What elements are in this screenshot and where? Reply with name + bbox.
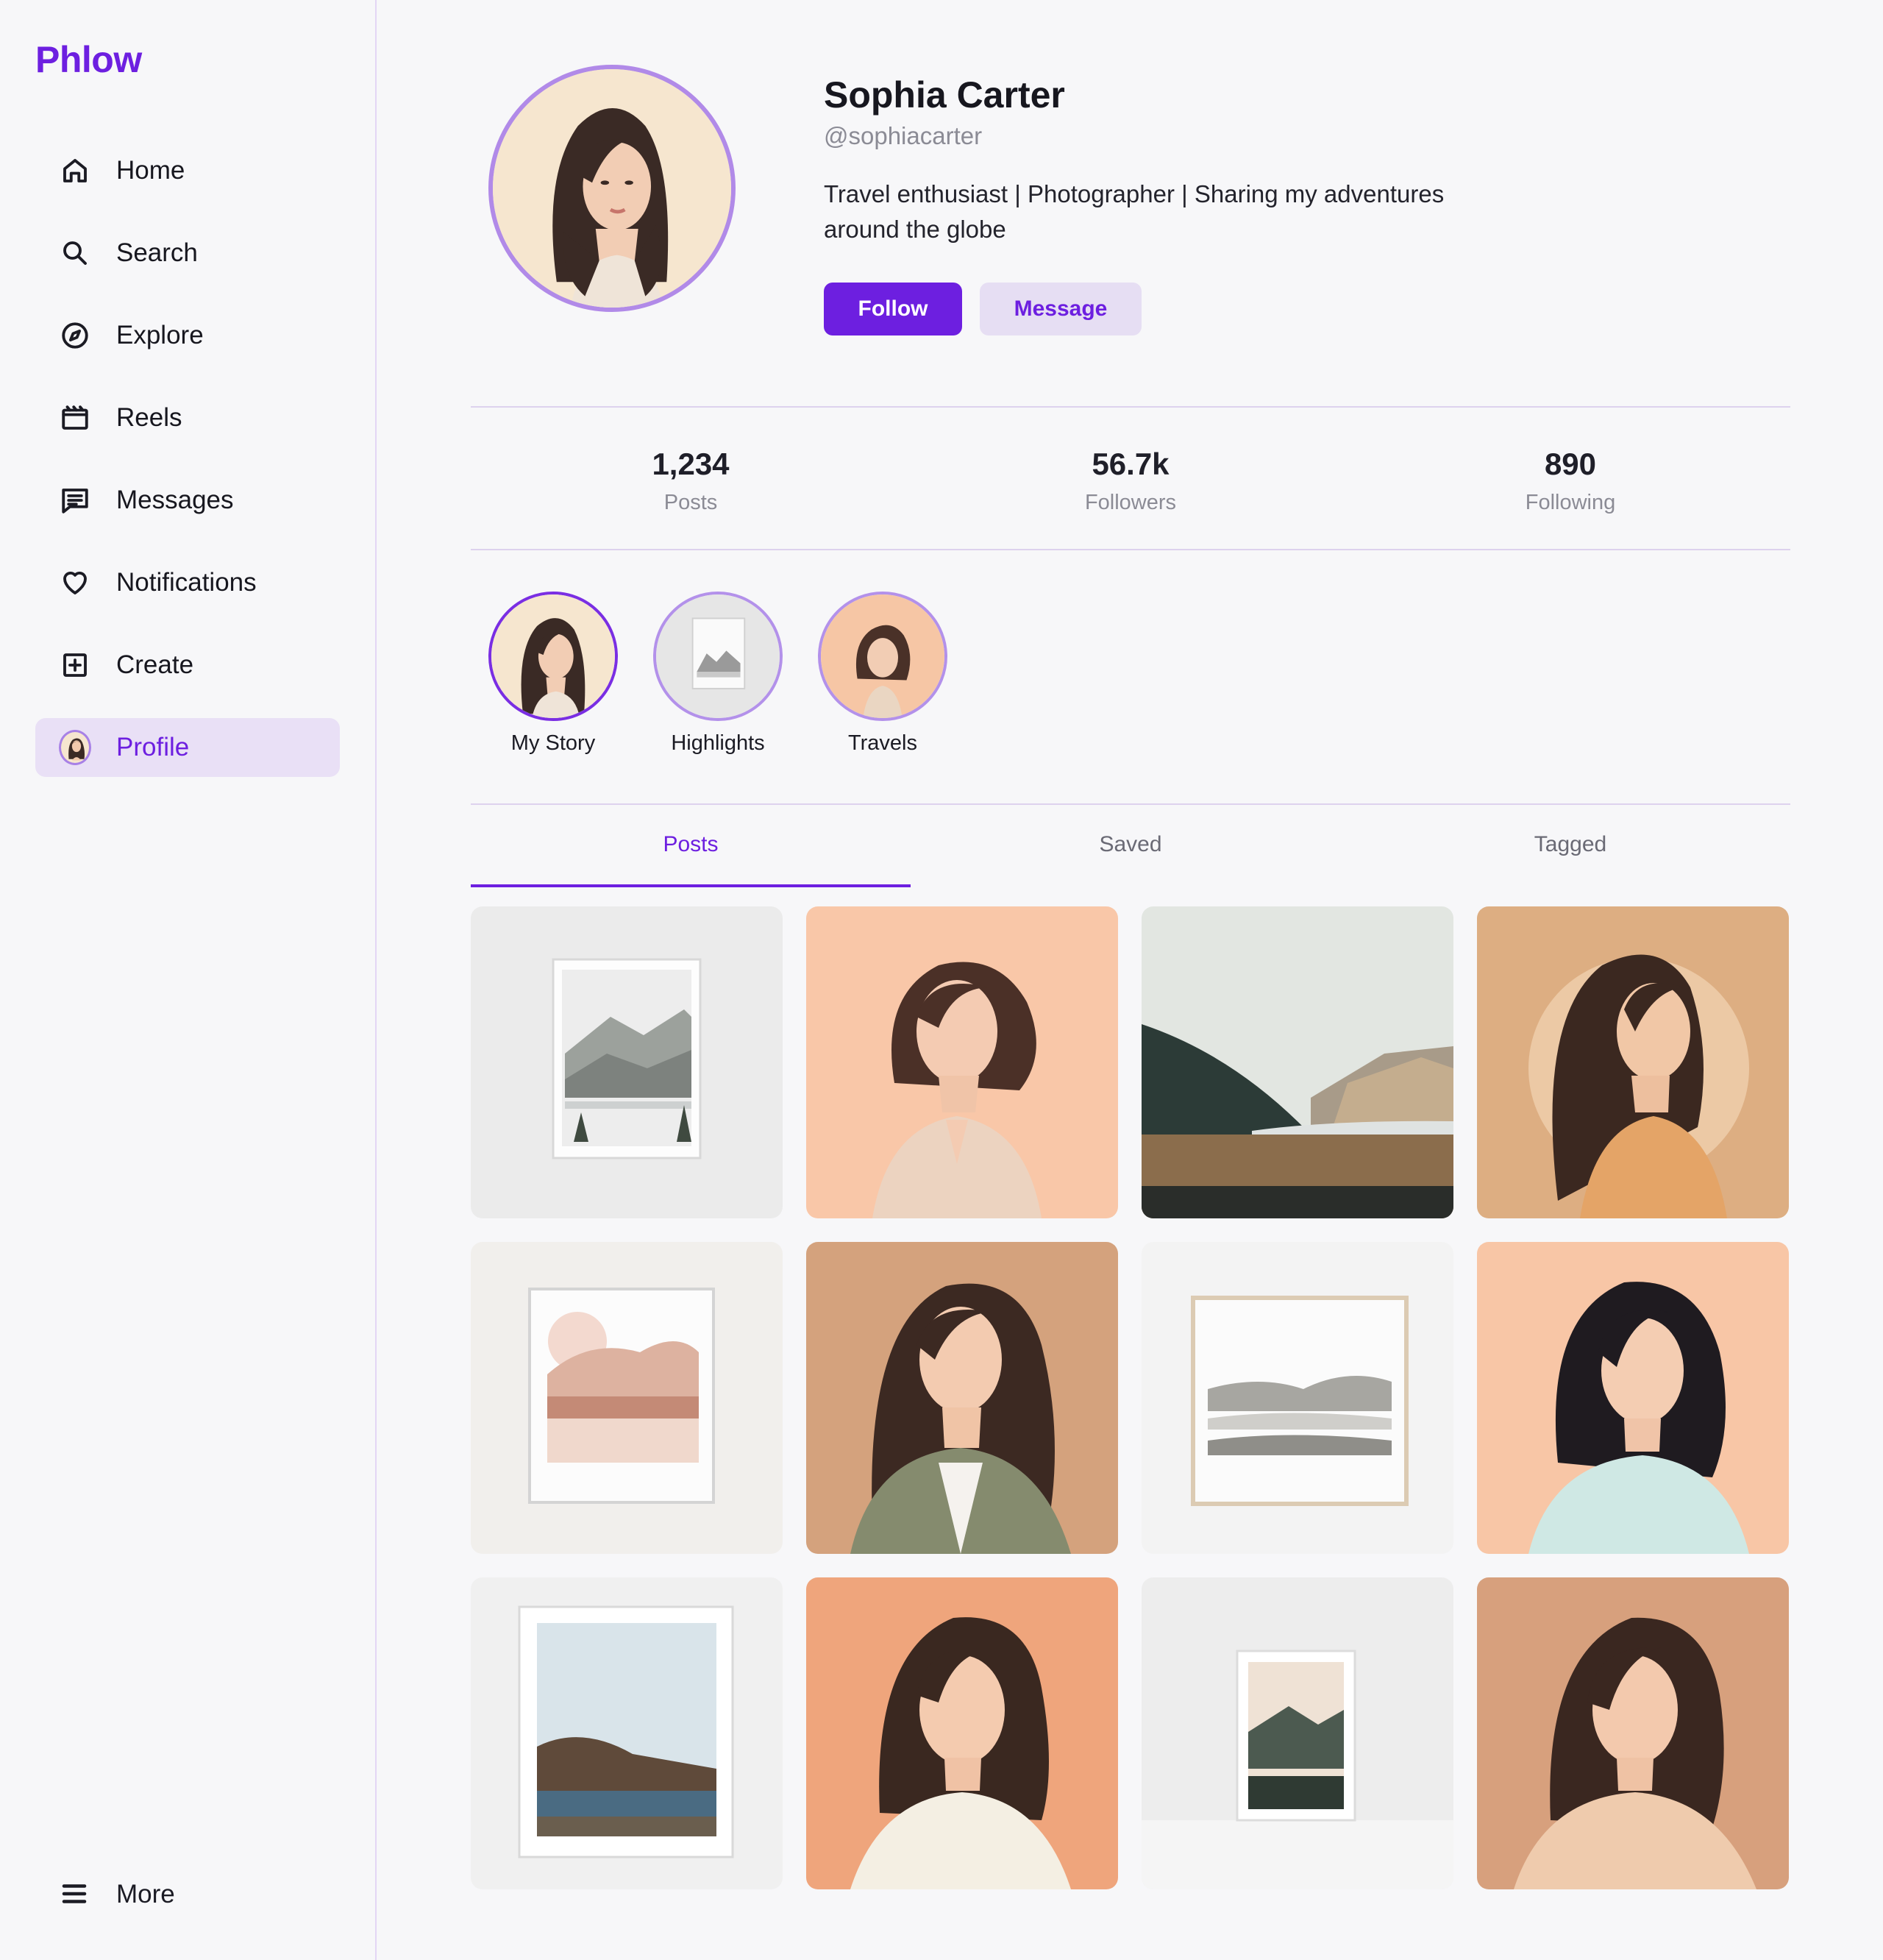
sidebar-item-label: Notifications [116, 568, 257, 597]
post-thumbnail[interactable] [471, 906, 783, 1218]
divider [471, 549, 1790, 550]
story-highlights[interactable]: Highlights [653, 592, 783, 756]
sidebar-item-messages[interactable]: Messages [35, 471, 340, 530]
sidebar-item-profile[interactable]: Profile [35, 718, 340, 777]
sidebar-item-home[interactable]: Home [35, 141, 340, 200]
story-my-story[interactable]: My Story [488, 592, 618, 756]
story-highlights: My Story Highlights Travels [488, 592, 983, 756]
post-thumbnail[interactable] [806, 1242, 1118, 1554]
stat-value: 1,234 [652, 447, 730, 481]
post-thumbnail[interactable] [1477, 1577, 1789, 1889]
posts-grid [471, 906, 1790, 1889]
follow-button[interactable]: Follow [824, 283, 962, 335]
post-thumbnail[interactable] [1142, 906, 1453, 1218]
profile-main: Sophia Carter @sophiacarter Travel enthu… [471, 0, 1790, 1960]
story-thumbnail [653, 592, 783, 721]
compass-icon [59, 319, 91, 352]
post-thumbnail[interactable] [1142, 1577, 1453, 1889]
sidebar-item-label: Messages [116, 486, 234, 514]
sidebar: Phlow Home Search Explore Reels Messages… [0, 0, 377, 1960]
post-thumbnail[interactable] [1142, 1242, 1453, 1554]
sidebar-nav: Home Search Explore Reels Messages Notif… [35, 141, 340, 800]
message-icon [59, 484, 91, 516]
profile-handle: @sophiacarter [824, 122, 983, 149]
tab-saved[interactable]: Saved [911, 805, 1350, 884]
sidebar-item-label: Reels [116, 403, 182, 432]
sidebar-item-explore[interactable]: Explore [35, 306, 340, 365]
plus-square-icon [59, 649, 91, 681]
profile-tabs: Posts Saved Tagged [471, 805, 1790, 887]
stat-label: Posts [663, 491, 718, 514]
story-label: My Story [510, 731, 596, 755]
tab-tagged[interactable]: Tagged [1350, 805, 1790, 884]
stat-value: 890 [1544, 447, 1597, 481]
sidebar-item-label: Explore [116, 321, 204, 349]
post-thumbnail[interactable] [471, 1577, 783, 1889]
app-logo[interactable]: Phlow [35, 38, 142, 81]
post-thumbnail[interactable] [806, 1577, 1118, 1889]
story-thumbnail [488, 592, 618, 721]
post-thumbnail[interactable] [471, 1242, 783, 1554]
sidebar-item-label: Profile [116, 733, 190, 761]
divider [471, 406, 1790, 408]
sidebar-item-reels[interactable]: Reels [35, 388, 340, 447]
home-icon [59, 155, 91, 187]
heart-icon [59, 567, 91, 599]
profile-name: Sophia Carter [824, 74, 1065, 116]
sidebar-item-create[interactable]: Create [35, 636, 340, 695]
story-label: Highlights [671, 731, 765, 755]
sidebar-item-label: Search [116, 238, 198, 267]
search-icon [59, 237, 91, 269]
story-label: Travels [848, 731, 917, 755]
stat-following[interactable]: 890 Following [1350, 408, 1790, 550]
sidebar-item-label: More [116, 1880, 175, 1908]
story-travels[interactable]: Travels [818, 592, 947, 756]
menu-icon [59, 1878, 91, 1911]
message-button[interactable]: Message [980, 283, 1142, 335]
sidebar-item-label: Home [116, 156, 185, 185]
stat-label: Following [1525, 491, 1616, 514]
sidebar-item-label: Create [116, 650, 194, 679]
stat-label: Followers [1084, 491, 1177, 514]
post-thumbnail[interactable] [1477, 906, 1789, 1218]
profile-avatar-icon [59, 730, 91, 765]
stat-posts[interactable]: 1,234 Posts [471, 408, 911, 550]
tab-posts[interactable]: Posts [471, 805, 911, 887]
profile-portrait-image [493, 69, 731, 308]
profile-avatar[interactable] [488, 65, 736, 312]
sidebar-item-notifications[interactable]: Notifications [35, 553, 340, 612]
profile-bio: Travel enthusiast | Photographer | Shari… [824, 180, 1445, 243]
post-thumbnail[interactable] [1477, 1242, 1789, 1554]
sidebar-item-search[interactable]: Search [35, 224, 340, 283]
clapperboard-icon [59, 402, 91, 434]
stat-value: 56.7k [1092, 447, 1170, 481]
profile-stats: 1,234 Posts 56.7k Followers 890 Followin… [471, 408, 1790, 550]
stat-followers[interactable]: 56.7k Followers [911, 408, 1350, 550]
sidebar-item-more[interactable]: More [35, 1865, 340, 1924]
story-thumbnail [818, 592, 947, 721]
post-thumbnail[interactable] [806, 906, 1118, 1218]
